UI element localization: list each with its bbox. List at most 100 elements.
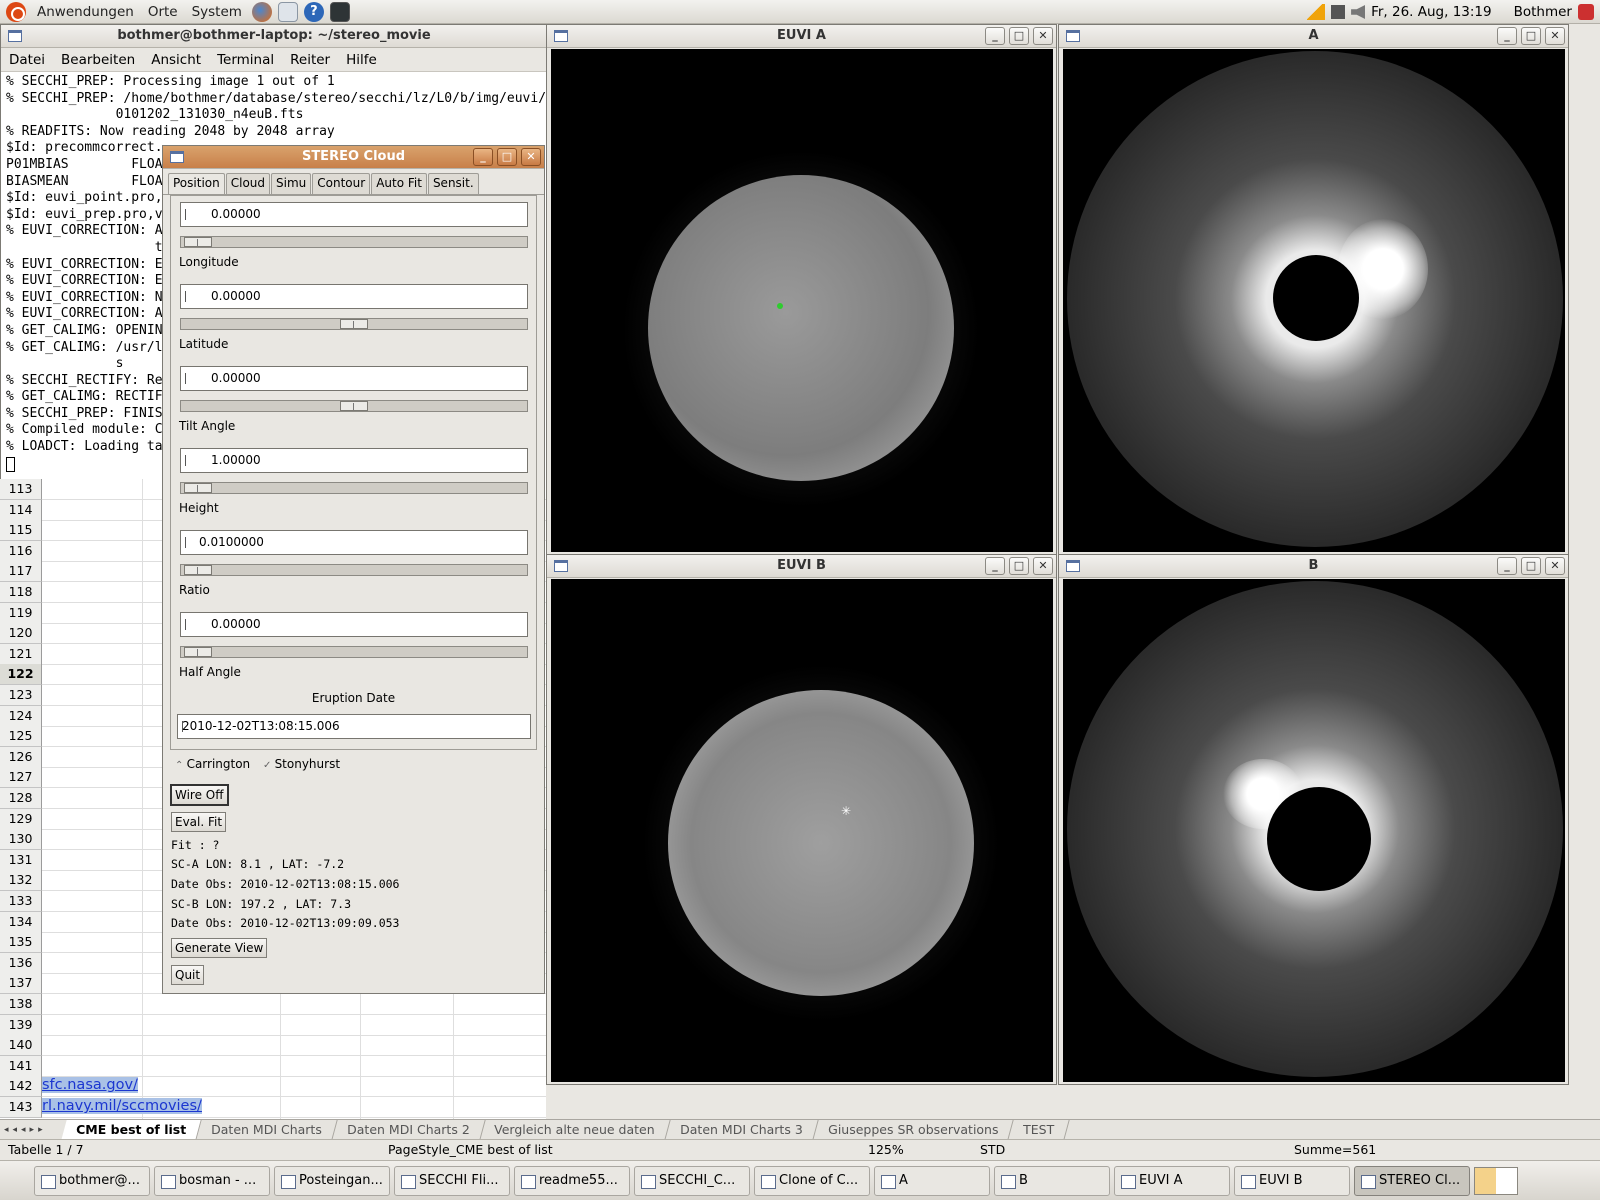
row-header[interactable]: 142 <box>0 1076 42 1097</box>
sheet-tab[interactable]: Daten MDI Charts <box>196 1119 338 1140</box>
cor-a-titlebar[interactable]: A _ □ ✕ <box>1059 25 1568 48</box>
row-header[interactable]: 135 <box>0 932 42 953</box>
slider-thumb[interactable] <box>340 401 368 411</box>
euvi-a-image[interactable] <box>551 49 1053 552</box>
terminal-menu-reiter[interactable]: Reiter <box>282 52 338 68</box>
terminal-titlebar[interactable]: bothmer@bothmer-laptop: ~/stereo_movie <box>1 25 547 48</box>
cor-a-window-icon[interactable] <box>1066 30 1080 42</box>
taskbar-item[interactable]: EUVI B <box>1234 1165 1350 1196</box>
generate-view-button[interactable]: Generate View <box>171 938 268 958</box>
taskbar-item[interactable]: bothmer@... <box>34 1165 150 1196</box>
workspace-switcher-icon[interactable] <box>1474 1166 1518 1195</box>
tab-auto-fit[interactable]: Auto Fit <box>371 173 427 194</box>
menu-applications[interactable]: Anwendungen <box>30 0 141 24</box>
menu-places[interactable]: Orte <box>141 0 185 24</box>
taskbar-item[interactable]: Clone of C... <box>754 1165 870 1196</box>
terminal-menu-ansicht[interactable]: Ansicht <box>143 52 209 68</box>
tilt-angle-field[interactable]: 0.00000 <box>180 366 528 391</box>
half-angle-field[interactable]: 0.00000 <box>180 612 528 637</box>
user-name[interactable]: Bothmer <box>1508 4 1578 20</box>
slider-thumb[interactable] <box>184 237 212 247</box>
taskbar-item[interactable]: EUVI A <box>1114 1165 1230 1196</box>
row-header[interactable]: 129 <box>0 809 42 830</box>
status-zoom[interactable]: 125% <box>868 1142 904 1157</box>
sheet-tab[interactable]: CME best of list <box>61 1119 202 1140</box>
ratio-slider[interactable] <box>180 564 528 576</box>
close-button[interactable]: ✕ <box>521 148 541 166</box>
taskbar-item[interactable]: A <box>874 1165 990 1196</box>
eval-fit-button[interactable]: Eval. Fit <box>171 812 227 832</box>
slider-thumb[interactable] <box>184 647 212 657</box>
menu-system[interactable]: System <box>185 0 249 24</box>
taskbar-item[interactable]: SECCHI Fli... <box>394 1165 510 1196</box>
row-header[interactable]: 114 <box>0 500 42 521</box>
taskbar-item[interactable]: bosman - ... <box>154 1165 270 1196</box>
quit-button[interactable]: Quit <box>171 965 205 985</box>
carrington-radio[interactable]: ⌃ Carrington <box>175 757 250 771</box>
eruption-date-field[interactable]: 2010-12-02T13:08:15.006 <box>177 714 531 739</box>
longitude-slider[interactable] <box>180 236 528 248</box>
row-header[interactable]: 125 <box>0 726 42 747</box>
row-header[interactable]: 116 <box>0 541 42 562</box>
row-header[interactable]: 124 <box>0 706 42 727</box>
sheet-tab[interactable]: Vergleich alte neue daten <box>479 1119 671 1140</box>
row-header[interactable]: 139 <box>0 1015 42 1036</box>
terminal-menu-hilfe[interactable]: Hilfe <box>338 52 385 68</box>
row-header[interactable]: 122 <box>0 664 42 685</box>
maximize-button[interactable]: □ <box>497 148 517 166</box>
cloud-titlebar[interactable]: STEREO Cloud _ □ ✕ <box>163 146 544 169</box>
row-header[interactable]: 141 <box>0 1056 42 1077</box>
tab-cloud[interactable]: Cloud <box>225 173 271 194</box>
euvi-b-window-icon[interactable] <box>554 560 568 572</box>
minimize-button[interactable]: _ <box>985 557 1005 575</box>
sheet-tab[interactable]: TEST <box>1008 1119 1070 1140</box>
ratio-field[interactable]: 0.0100000 <box>180 530 528 555</box>
minimize-button[interactable]: _ <box>1497 557 1517 575</box>
terminal-menu-terminal[interactable]: Terminal <box>209 52 282 68</box>
close-button[interactable]: ✕ <box>1545 557 1565 575</box>
wire-off-button[interactable]: Wire Off <box>170 784 229 806</box>
cor-b-window-icon[interactable] <box>1066 560 1080 572</box>
taskbar-item[interactable]: readme55... <box>514 1165 630 1196</box>
euvi-b-titlebar[interactable]: EUVI B _ □ ✕ <box>547 555 1056 578</box>
row-header[interactable]: 140 <box>0 1035 42 1056</box>
taskbar-item[interactable]: Posteingan... <box>274 1165 390 1196</box>
row-header[interactable]: 130 <box>0 829 42 850</box>
euvi-b-image[interactable]: ✳ <box>551 579 1053 1082</box>
tab-contour[interactable]: Contour <box>312 173 371 194</box>
taskbar-item[interactable]: B <box>994 1165 1110 1196</box>
row-header[interactable]: 113 <box>0 479 42 500</box>
mail-launcher-icon[interactable] <box>277 1 298 22</box>
stonyhurst-radio[interactable]: ✓ Stonyhurst <box>263 757 340 771</box>
cor-a-image[interactable] <box>1063 49 1565 552</box>
minimize-button[interactable]: _ <box>473 148 493 166</box>
tab-sensit[interactable]: Sensit. <box>427 173 479 194</box>
sheet-tab[interactable]: Giuseppes SR observations <box>812 1119 1014 1140</box>
status-mode[interactable]: STD <box>980 1142 1005 1157</box>
slider-thumb[interactable] <box>184 483 212 493</box>
maximize-button[interactable]: □ <box>1009 27 1029 45</box>
clock[interactable]: Fr, 26. Aug, 13:19 <box>1365 4 1498 20</box>
half-angle-slider[interactable] <box>180 646 528 658</box>
row-header[interactable]: 134 <box>0 912 42 933</box>
row-header[interactable]: 120 <box>0 623 42 644</box>
latitude-field[interactable]: 0.00000 <box>180 284 528 309</box>
sheet-nav-arrows-icon[interactable]: ◂◂◂▸▸ <box>0 1125 64 1135</box>
cell-link[interactable]: rl.navy.mil/sccmovies/ <box>42 1098 202 1114</box>
height-slider[interactable] <box>180 482 528 494</box>
sheet-tab[interactable]: Daten MDI Charts 3 <box>665 1119 819 1140</box>
maximize-button[interactable]: □ <box>1521 27 1541 45</box>
longitude-field[interactable]: 0.00000 <box>180 202 528 227</box>
maximize-button[interactable]: □ <box>1009 557 1029 575</box>
cor-b-titlebar[interactable]: B _ □ ✕ <box>1059 555 1568 578</box>
row-header[interactable]: 131 <box>0 850 42 871</box>
help-launcher-icon[interactable]: ? <box>303 1 324 22</box>
row-header[interactable]: 128 <box>0 788 42 809</box>
ubuntu-logo-icon[interactable] <box>6 1 26 22</box>
slider-thumb[interactable] <box>184 565 212 575</box>
row-header[interactable]: 136 <box>0 953 42 974</box>
row-header[interactable]: 119 <box>0 603 42 624</box>
close-button[interactable]: ✕ <box>1545 27 1565 45</box>
close-button[interactable]: ✕ <box>1033 27 1053 45</box>
network-icon[interactable] <box>1331 5 1346 19</box>
